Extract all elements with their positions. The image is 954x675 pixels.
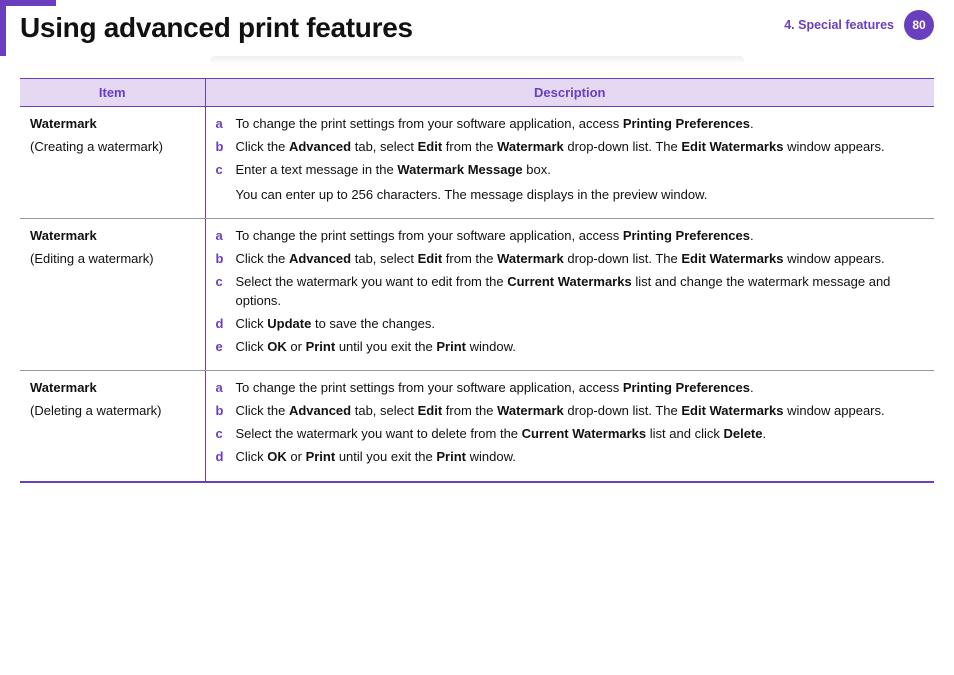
- step-body: Select the watermark you want to delete …: [236, 425, 925, 444]
- table-row: Watermark (Editing a watermark) a To change…: [20, 219, 934, 371]
- step-marker: b: [216, 138, 228, 157]
- bold-term: Current Watermarks: [507, 274, 632, 289]
- step-body: Click the Advanced tab, select Edit from…: [236, 138, 925, 157]
- item-cell: Watermark (Creating a watermark): [20, 107, 205, 219]
- bold-term: Advanced: [289, 251, 351, 266]
- step-list: a To change the print settings from your …: [216, 115, 925, 204]
- bold-term: Printing Preferences: [623, 228, 750, 243]
- description-cell: a To change the print settings from your …: [205, 371, 934, 482]
- bold-term: Print: [436, 339, 466, 354]
- step-item: e Click OK or Print until you exit the Pr…: [216, 338, 925, 357]
- page-header: Using advanced print features 4. Special…: [20, 0, 934, 56]
- item-title: Watermark: [30, 379, 195, 398]
- step-body: Click OK or Print until you exit the Pri…: [236, 448, 925, 467]
- step-list: a To change the print settings from your …: [216, 227, 925, 356]
- bold-term: Watermark Message: [397, 162, 522, 177]
- step-marker: c: [216, 161, 228, 205]
- bold-term: Printing Preferences: [623, 380, 750, 395]
- bold-term: OK: [267, 339, 287, 354]
- step-extra-text: You can enter up to 256 characters. The …: [236, 186, 925, 205]
- corner-accent-vert: [0, 0, 6, 56]
- step-marker: b: [216, 250, 228, 269]
- step-body: To change the print settings from your s…: [236, 115, 925, 134]
- page-number-badge: 80: [904, 10, 934, 40]
- bold-term: Current Watermarks: [522, 426, 647, 441]
- bold-term: Edit Watermarks: [681, 251, 783, 266]
- item-title: Watermark: [30, 115, 195, 134]
- step-body: Click OK or Print until you exit the Pri…: [236, 338, 925, 357]
- step-list: a To change the print settings from your …: [216, 379, 925, 466]
- item-subtitle: (Editing a watermark): [30, 251, 154, 266]
- bold-term: Advanced: [289, 403, 351, 418]
- bold-term: Edit Watermarks: [681, 139, 783, 154]
- step-item: b Click the Advanced tab, select Edit fro…: [216, 138, 925, 157]
- step-marker: e: [216, 338, 228, 357]
- bold-term: Print: [306, 339, 336, 354]
- step-body: To change the print settings from your s…: [236, 227, 925, 246]
- bold-term: Delete: [723, 426, 762, 441]
- step-body: Select the watermark you want to edit fr…: [236, 273, 925, 311]
- description-cell: a To change the print settings from your …: [205, 219, 934, 371]
- col-header-description: Description: [205, 79, 934, 107]
- bold-term: Print: [306, 449, 336, 464]
- bold-term: Printing Preferences: [623, 116, 750, 131]
- step-item: c Select the watermark you want to delete…: [216, 425, 925, 444]
- item-cell: Watermark (Editing a watermark): [20, 219, 205, 371]
- bold-term: Watermark: [497, 403, 564, 418]
- table-header-row: Item Description: [20, 79, 934, 107]
- item-title: Watermark: [30, 227, 195, 246]
- bold-term: Watermark: [497, 139, 564, 154]
- bold-term: Edit: [418, 251, 443, 266]
- step-item: b Click the Advanced tab, select Edit fro…: [216, 250, 925, 269]
- bold-term: Watermark: [497, 251, 564, 266]
- description-cell: a To change the print settings from your …: [205, 107, 934, 219]
- step-marker: a: [216, 227, 228, 246]
- step-marker: c: [216, 425, 228, 444]
- item-subtitle: (Deleting a watermark): [30, 403, 162, 418]
- step-body: To change the print settings from your s…: [236, 379, 925, 398]
- step-item: a To change the print settings from your …: [216, 227, 925, 246]
- col-header-item: Item: [20, 79, 205, 107]
- step-item: cEnter a text message in the Watermark M…: [216, 161, 925, 205]
- bold-term: Edit: [418, 139, 443, 154]
- features-table: Item Description Watermark (Creating a wa…: [20, 78, 934, 483]
- step-item: cSelect the watermark you want to edit f…: [216, 273, 925, 311]
- bold-term: Print: [436, 449, 466, 464]
- table-row: Watermark (Deleting a watermark) a To chang…: [20, 371, 934, 482]
- step-item: a To change the print settings from your …: [216, 379, 925, 398]
- page-title: Using advanced print features: [20, 12, 413, 44]
- step-marker: d: [216, 315, 228, 334]
- header-shadow: [210, 56, 744, 64]
- step-marker: b: [216, 402, 228, 421]
- step-body: Click the Advanced tab, select Edit from…: [236, 250, 925, 269]
- item-subtitle: (Creating a watermark): [30, 139, 163, 154]
- step-marker: a: [216, 379, 228, 398]
- bold-term: OK: [267, 449, 287, 464]
- step-item: a To change the print settings from your …: [216, 115, 925, 134]
- step-marker: d: [216, 448, 228, 467]
- step-marker: c: [216, 273, 228, 311]
- step-body: Click the Advanced tab, select Edit from…: [236, 402, 925, 421]
- step-body: Enter a text message in the Watermark Me…: [236, 161, 925, 205]
- item-cell: Watermark (Deleting a watermark): [20, 371, 205, 482]
- step-item: d Click OK or Print until you exit the Pr…: [216, 448, 925, 467]
- bold-term: Edit: [418, 403, 443, 418]
- step-marker: a: [216, 115, 228, 134]
- step-item: d Click Update to save the changes.: [216, 315, 925, 334]
- chapter-label: 4. Special features: [784, 18, 894, 32]
- bold-term: Edit Watermarks: [681, 403, 783, 418]
- bold-term: Advanced: [289, 139, 351, 154]
- step-item: b Click the Advanced tab, select Edit fro…: [216, 402, 925, 421]
- table-row: Watermark (Creating a watermark) a To chang…: [20, 107, 934, 219]
- bold-term: Update: [267, 316, 311, 331]
- step-body: Click Update to save the changes.: [236, 315, 925, 334]
